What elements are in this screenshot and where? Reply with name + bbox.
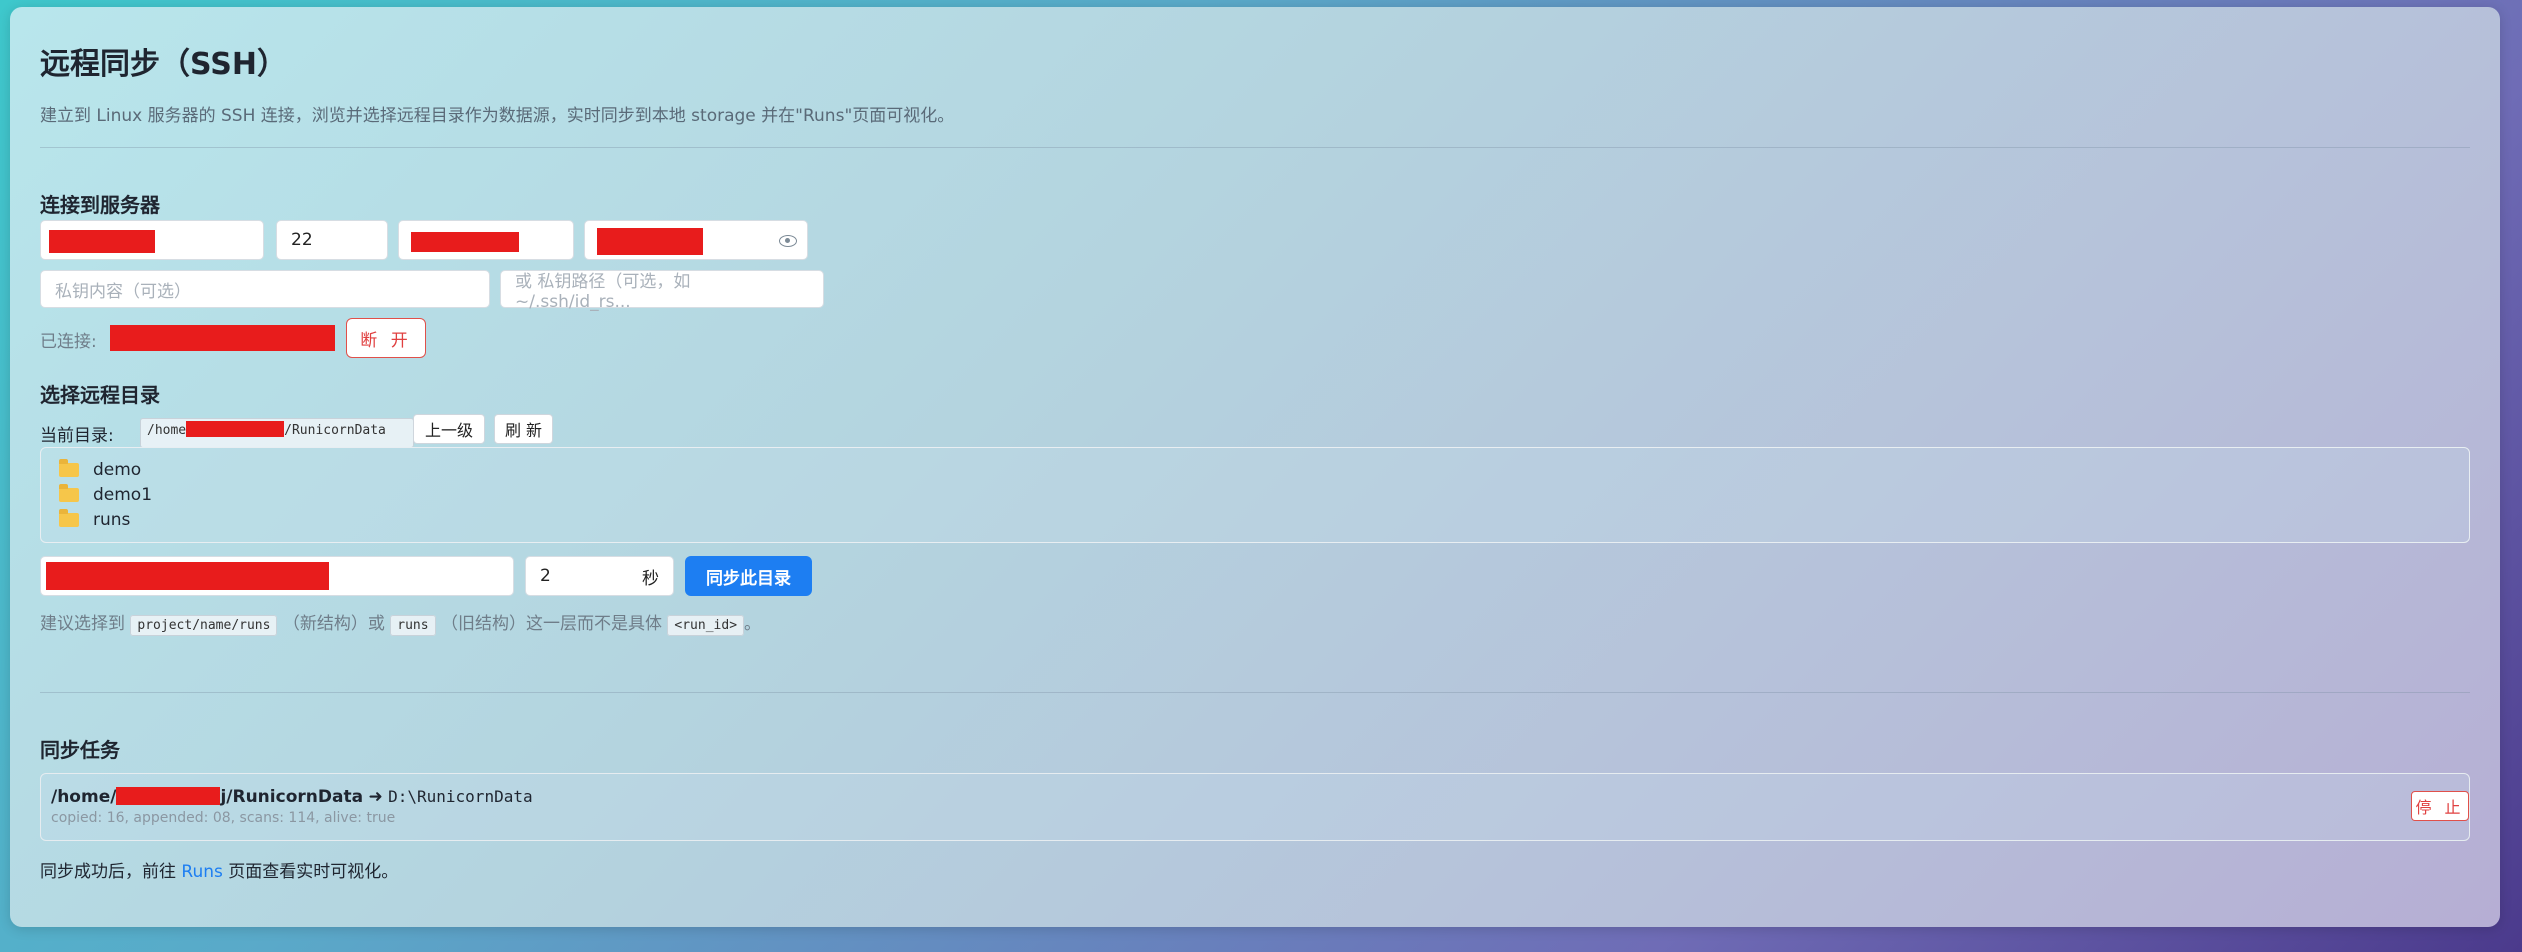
list-item[interactable]: demo1 <box>59 484 152 505</box>
redacted-host <box>49 230 155 253</box>
port-value: 22 <box>291 230 313 250</box>
up-level-button[interactable]: 上一级 <box>413 414 485 444</box>
page-subtitle: 建立到 Linux 服务器的 SSH 连接，浏览并选择远程目录作为数据源，实时同… <box>40 106 955 126</box>
directory-list: demo demo1 runs <box>40 447 2470 543</box>
task-path: /home/j/RunicornData ➜ D:\RunicornData <box>51 787 533 807</box>
hint-code: runs <box>390 615 436 636</box>
disconnect-button[interactable]: 断 开 <box>346 318 426 358</box>
host-input[interactable] <box>40 220 264 260</box>
hint-code: <run_id> <box>667 615 745 636</box>
redacted-local-path <box>46 562 329 590</box>
port-input[interactable]: 22 <box>276 220 388 260</box>
connected-label: 已连接: <box>40 332 97 352</box>
footer-note: 同步成功后，前往 Runs 页面查看实时可视化。 <box>40 862 399 882</box>
interval-unit: 秒 <box>642 568 659 589</box>
folder-icon <box>59 509 79 527</box>
redacted-username <box>411 232 519 252</box>
divider <box>40 692 2470 693</box>
main-card: 远程同步（SSH） 建立到 Linux 服务器的 SSH 连接，浏览并选择远程目… <box>10 7 2500 927</box>
list-item[interactable]: demo <box>59 459 141 480</box>
refresh-button[interactable]: 刷 新 <box>494 414 553 444</box>
local-target-input[interactable] <box>40 556 514 596</box>
username-input[interactable] <box>398 220 574 260</box>
hint-code: project/name/runs <box>130 615 278 636</box>
interval-input[interactable]: 2 秒 <box>525 556 674 596</box>
sync-directory-button[interactable]: 同步此目录 <box>685 556 812 596</box>
redacted-task-path <box>116 787 221 805</box>
current-dir-path: /home/RunicornData <box>140 418 414 448</box>
path-hint: 建议选择到 project/name/runs （新结构）或 runs （旧结构… <box>40 614 762 636</box>
key-path-input[interactable]: 或 私钥路径（可选，如 ~/.ssh/id_rs... <box>500 270 824 312</box>
page-title: 远程同步（SSH） <box>40 47 287 82</box>
section-title-connect: 连接到服务器 <box>40 193 160 217</box>
password-input[interactable] <box>584 220 808 260</box>
sync-task: /home/j/RunicornData ➜ D:\RunicornData c… <box>40 773 2470 841</box>
redacted-dir <box>186 421 285 437</box>
current-dir-label: 当前目录: <box>40 426 114 446</box>
divider <box>40 147 2470 148</box>
arrow-icon: ➜ <box>368 787 383 807</box>
list-item[interactable]: runs <box>59 509 130 530</box>
interval-value: 2 <box>540 566 551 586</box>
task-stats: copied: 16, appended: 08, scans: 114, al… <box>51 810 396 826</box>
folder-icon <box>59 484 79 502</box>
folder-icon <box>59 459 79 477</box>
section-title-browser: 选择远程目录 <box>40 383 160 407</box>
task-target: D:\RunicornData <box>388 787 533 806</box>
eye-icon[interactable] <box>779 235 797 247</box>
redacted-connection <box>110 325 335 351</box>
private-key-input[interactable]: 私钥内容（可选） <box>40 270 490 308</box>
redacted-password <box>597 228 703 255</box>
runs-link[interactable]: Runs <box>181 862 222 882</box>
stop-button[interactable]: 停 止 <box>2411 791 2469 821</box>
section-title-tasks: 同步任务 <box>40 738 120 762</box>
